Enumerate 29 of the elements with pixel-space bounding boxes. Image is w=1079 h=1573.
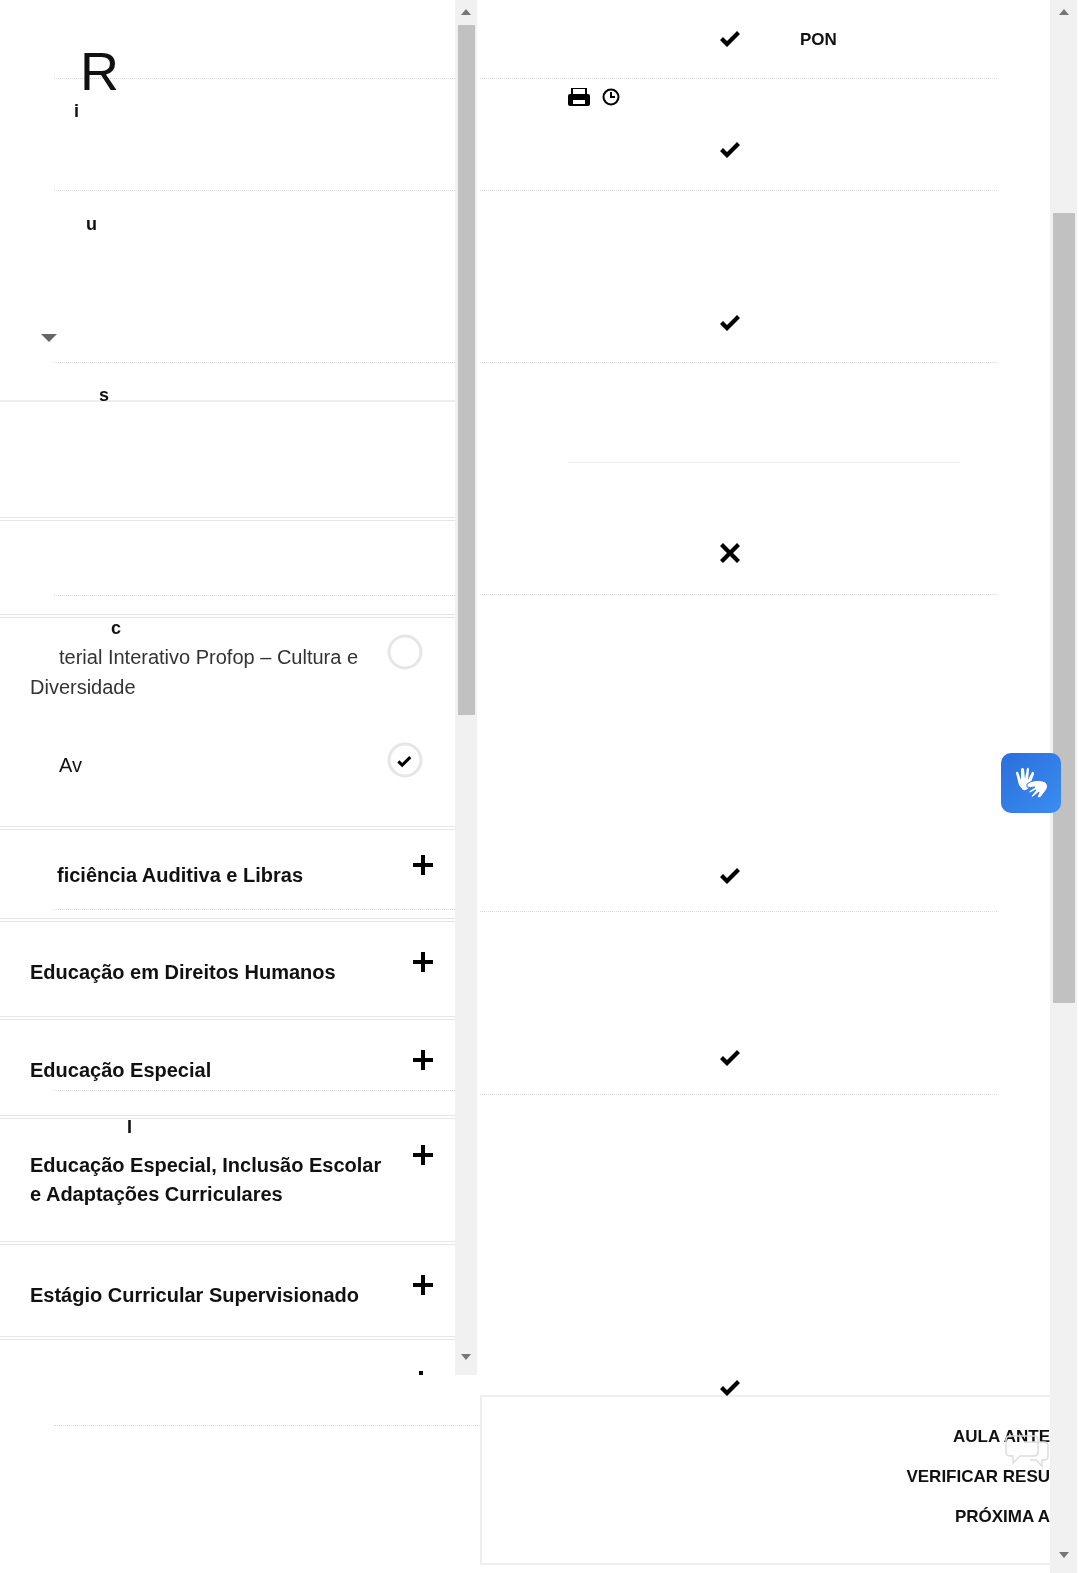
module-title[interactable]: Educação Especial, Inclusão Escolar e Adaptações Curriculares	[30, 1151, 396, 1209]
text-fragment: i	[74, 101, 79, 121]
text-fragment: I	[127, 1117, 133, 1137]
scroll-up-icon[interactable]	[1058, 8, 1069, 16]
caret-down-icon[interactable]	[41, 334, 57, 342]
nav-button[interactable]: AULA ANTE	[953, 1427, 1050, 1447]
module-title[interactable]: Educação em Direitos Humanos	[30, 958, 396, 987]
nav-button[interactable]: VERIFICAR RESU	[906, 1467, 1050, 1487]
sign-language-button[interactable]	[1001, 753, 1061, 813]
title-letter: R	[80, 44, 119, 98]
scrollbar-thumb[interactable]	[457, 25, 475, 715]
scroll-up-icon[interactable]	[461, 8, 471, 16]
scroll-down-icon[interactable]	[1058, 1551, 1069, 1559]
module-title[interactable]: Educação Especial	[30, 1056, 396, 1085]
text-fragment: c	[111, 618, 122, 638]
hands-icon	[1013, 765, 1049, 801]
lesson-title[interactable]: Av	[30, 750, 360, 780]
chat-icon[interactable]	[1004, 1432, 1050, 1468]
scroll-down-icon[interactable]	[461, 1353, 471, 1361]
text-fragment: u	[86, 214, 97, 234]
module-title[interactable]: Estágio Curricular Supervisionado	[30, 1281, 396, 1310]
print-icon[interactable]	[568, 88, 590, 106]
column-header: PON	[800, 30, 837, 50]
scrollbar-thumb[interactable]	[1052, 213, 1075, 1003]
text-fragment: s	[99, 385, 109, 405]
module-title[interactable]: ficiência Auditiva e Libras	[57, 861, 402, 890]
clock-icon[interactable]	[602, 88, 620, 106]
nav-button[interactable]: PRÓXIMA A	[954, 1507, 1050, 1527]
lesson-title[interactable]: terial Interativo Profop – Cultura e Diversidade	[30, 642, 360, 702]
